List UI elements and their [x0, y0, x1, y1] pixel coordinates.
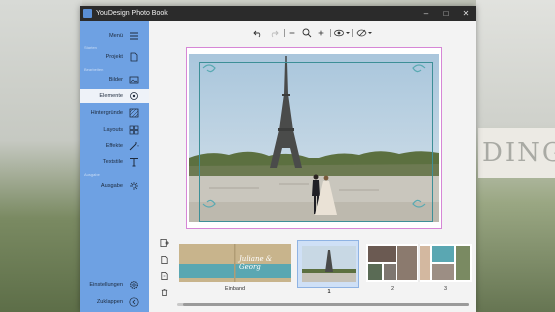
- sidebar-item-ausgabe[interactable]: Ausgabe: [80, 179, 149, 193]
- section-output: Ausgabe: [84, 172, 100, 177]
- redo-icon[interactable]: [269, 28, 279, 38]
- main-photo[interactable]: [189, 54, 439, 222]
- toolbar-separator: [352, 29, 353, 37]
- sidebar-item-label: Bilder: [108, 77, 123, 83]
- cover-title-text: Juliane & Georg: [239, 255, 273, 271]
- sidebar-item-elemente[interactable]: Elemente: [80, 89, 149, 103]
- zoom-out-icon[interactable]: [288, 28, 296, 38]
- desktop-background-left: [0, 0, 82, 312]
- image-icon: [129, 76, 139, 84]
- output-icon: [130, 182, 138, 190]
- zoom-icon[interactable]: [302, 28, 312, 38]
- scrollbar-thumb[interactable]: [183, 303, 469, 306]
- sidebar-item-layouts[interactable]: Layouts: [80, 123, 149, 137]
- document-icon: [130, 52, 138, 62]
- page-icon[interactable]: [160, 255, 169, 265]
- sidebar-item-effekte[interactable]: Effekte: [80, 139, 149, 153]
- app-window: YouDesign Photo Book – □ ✕ Menü Starten …: [80, 6, 476, 312]
- editor-area: Juliane & Georg Einband 1 2 3: [149, 21, 476, 312]
- chevron-left-icon: [129, 297, 139, 307]
- sidebar-item-label: Layouts: [103, 127, 123, 133]
- page-thumbnail-2-3[interactable]: 2 3: [366, 244, 472, 292]
- undo-icon[interactable]: [253, 28, 263, 38]
- page-thumbnail-cover[interactable]: Juliane & Georg Einband: [179, 244, 291, 292]
- app-logo-icon: [83, 9, 92, 18]
- maximize-button[interactable]: □: [436, 6, 456, 21]
- page-strip: Juliane & Georg Einband 1 2 3: [149, 238, 476, 312]
- sidebar-item-bilder[interactable]: Bilder: [80, 73, 149, 87]
- settings-button[interactable]: Einstellungen: [80, 278, 149, 292]
- title-bar: YouDesign Photo Book – □ ✕: [80, 6, 476, 21]
- page-label-3: 3: [443, 286, 448, 292]
- trash-icon[interactable]: [160, 287, 169, 297]
- sidebar-item-projekt[interactable]: Projekt: [80, 50, 149, 64]
- elements-icon: [130, 92, 138, 100]
- layouts-icon: [129, 125, 139, 135]
- hamburger-icon: [130, 32, 138, 40]
- minimize-button[interactable]: –: [416, 6, 436, 21]
- collapse-button[interactable]: Zuklappen: [80, 295, 149, 309]
- gear-icon: [130, 281, 138, 289]
- zoom-in-icon[interactable]: [317, 28, 325, 38]
- toolbar-separator: [330, 29, 331, 37]
- page-1-thumbnail-image: [302, 246, 356, 282]
- close-button[interactable]: ✕: [456, 6, 476, 21]
- section-edit: Bearbeiten: [84, 67, 104, 72]
- sidebar-item-label: Effekte: [105, 143, 123, 149]
- settings-label: Einstellungen: [89, 282, 123, 288]
- sidebar-item-hintergruende[interactable]: Hintergründe: [80, 106, 149, 120]
- menu-button[interactable]: Menü: [80, 29, 149, 43]
- toolbar-separator: [284, 29, 285, 37]
- view-icon[interactable]: [334, 28, 350, 38]
- menu-label: Menü: [109, 33, 123, 39]
- sidebar-item-label: Ausgabe: [100, 183, 123, 189]
- page-label-2: 2: [390, 286, 395, 292]
- sidebar-item-label: Hintergründe: [90, 110, 123, 116]
- desktop-background-sign: DING: [478, 128, 555, 178]
- magic-wand-icon: [129, 142, 139, 151]
- page-2-3-thumbnail-image: [366, 244, 472, 282]
- page-canvas[interactable]: [186, 47, 442, 229]
- photo-frame-border: [199, 62, 433, 222]
- sidebar-item-label: Textstile: [102, 159, 123, 165]
- sidebar-item-label: Projekt: [105, 54, 123, 60]
- page-label-cover: Einband: [224, 286, 246, 292]
- window-title: YouDesign Photo Book: [96, 10, 168, 17]
- background-icon: [129, 108, 139, 118]
- page-thumbnail-1[interactable]: 1: [297, 240, 359, 295]
- sidebar: Menü Starten Projekt Bearbeiten Bilder E…: [80, 21, 149, 312]
- add-page-icon[interactable]: [160, 238, 169, 248]
- collapse-label: Zuklappen: [96, 299, 123, 305]
- copy-page-icon[interactable]: [160, 271, 169, 281]
- page-strip-scrollbar[interactable]: [177, 303, 469, 306]
- preview-icon[interactable]: [356, 28, 372, 38]
- text-style-icon: [130, 158, 138, 167]
- sidebar-item-label: Elemente: [99, 93, 123, 99]
- sidebar-item-textstile[interactable]: Textstile: [80, 155, 149, 169]
- page-label-1: 1: [327, 289, 331, 295]
